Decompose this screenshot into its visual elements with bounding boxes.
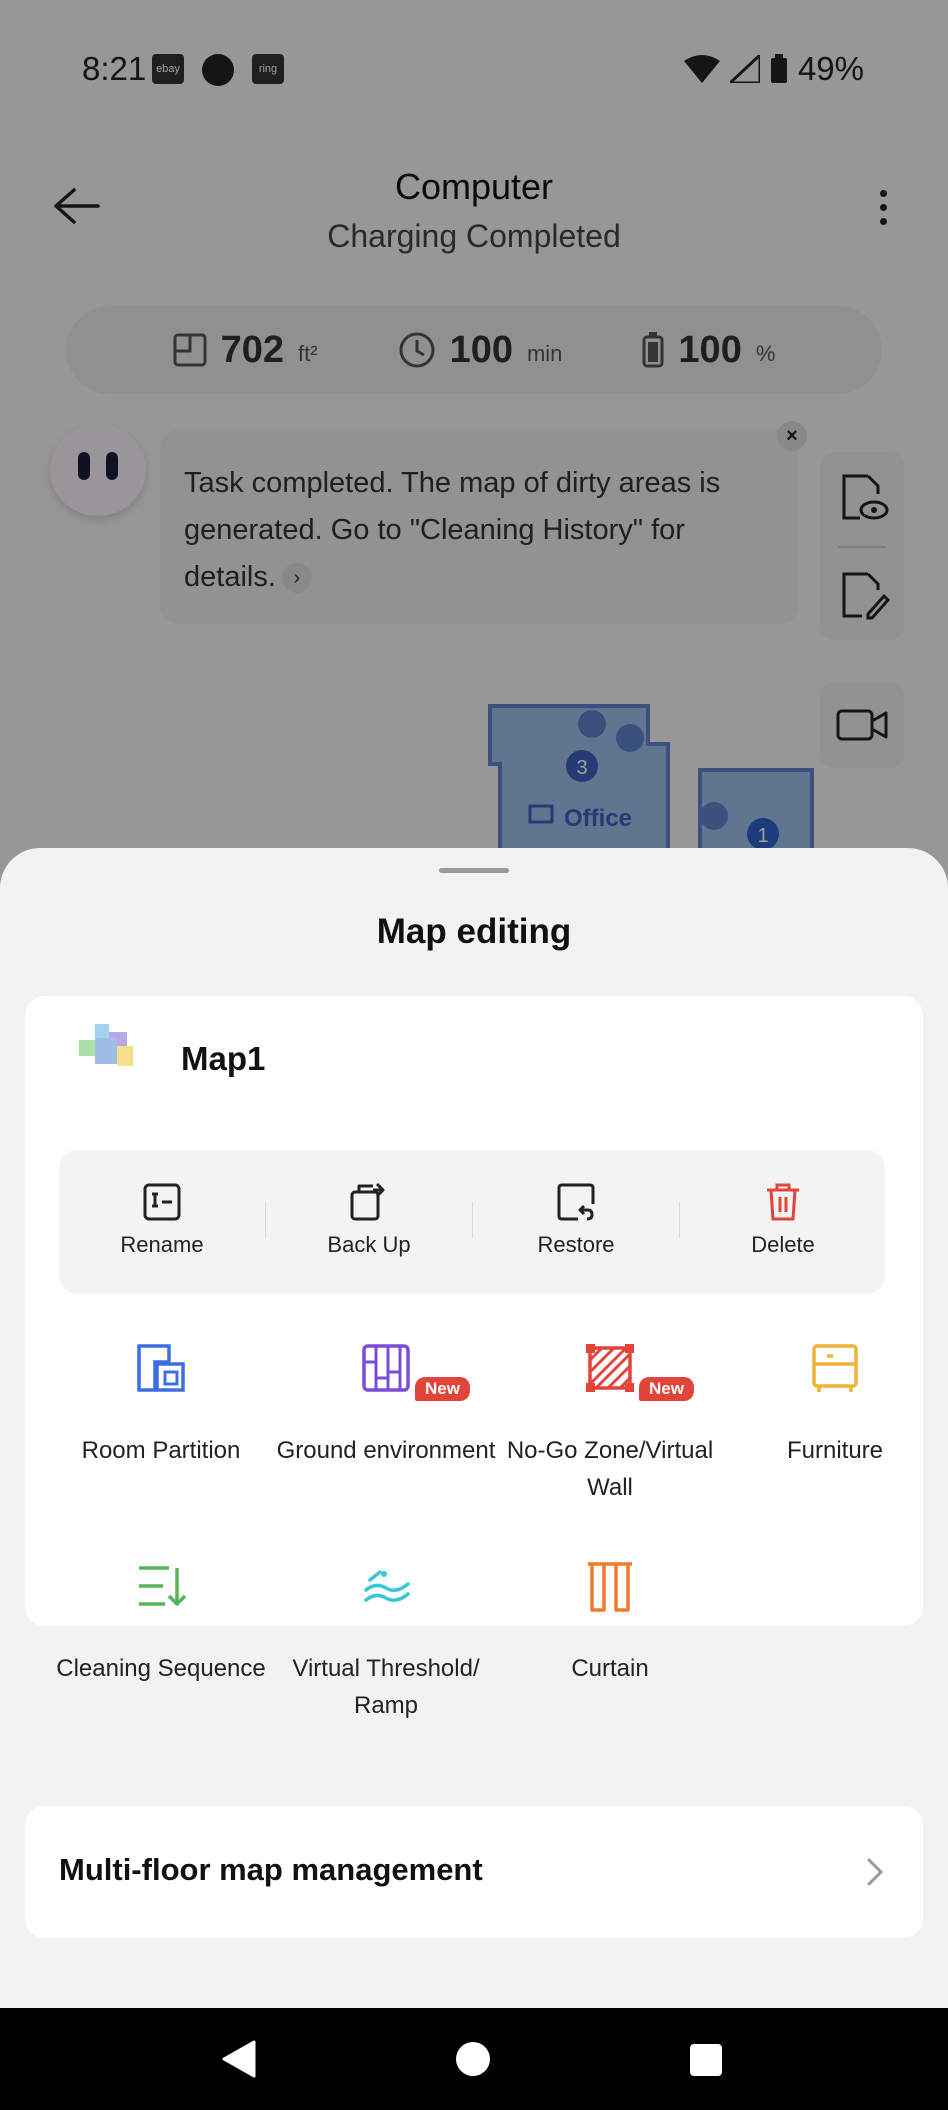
ground-environment-icon [362, 1344, 410, 1392]
multi-floor-label: Multi-floor map management [59, 1852, 483, 1887]
restore-button[interactable]: Restore [473, 1150, 679, 1294]
trash-icon [767, 1183, 799, 1221]
cleaning-sequence-button[interactable]: Cleaning Sequence [49, 1560, 273, 1687]
room-partition-label: Room Partition [81, 1437, 241, 1464]
delete-label: Delete [751, 1232, 815, 1257]
map-name: Map1 [181, 1040, 266, 1077]
system-nav-bar [0, 2008, 948, 2110]
room-partition-button[interactable]: Room Partition [49, 1342, 273, 1469]
sheet-title: Map editing [376, 912, 572, 951]
nav-recents-icon[interactable] [690, 2044, 722, 2076]
chevron-right-icon [867, 1858, 884, 1886]
ground-environment-label: Ground environment [276, 1437, 496, 1464]
cleaning-sequence-icon [139, 1566, 187, 1606]
nav-home-icon[interactable] [456, 2042, 490, 2076]
furniture-button[interactable]: Furniture [723, 1342, 947, 1469]
threshold-ramp-icon [364, 1570, 410, 1602]
rename-icon [143, 1183, 181, 1221]
no-go-zone-icon [586, 1344, 634, 1392]
map-card: Map1 Rename Back Up Restore Delete Room … [25, 996, 923, 1719]
backup-button[interactable]: Back Up [266, 1150, 472, 1294]
map-thumbnail [79, 1024, 133, 1066]
drag-handle[interactable] [439, 868, 509, 873]
cleaning-sequence-label: Cleaning Sequence [56, 1655, 266, 1682]
multi-floor-management-row[interactable]: Multi-floor map management [25, 1806, 923, 1938]
map-editing-sheet: Map editing Map1 Rename Back Up Restore [0, 848, 948, 2008]
room-partition-icon [137, 1344, 185, 1392]
new-badge: New [415, 1377, 470, 1401]
threshold-ramp-label: Virtual Threshold/ Ramp [292, 1655, 480, 1719]
no-go-zone-label: No-Go Zone/Virtual Wall [506, 1437, 714, 1501]
delete-button[interactable]: Delete [680, 1150, 886, 1294]
nav-back-icon[interactable] [220, 2040, 256, 2078]
curtain-icon [588, 1562, 632, 1612]
threshold-ramp-button[interactable]: Virtual Threshold/ Ramp [274, 1560, 498, 1724]
rename-button[interactable]: Rename [59, 1150, 265, 1294]
restore-label: Restore [537, 1232, 615, 1257]
curtain-label: Curtain [571, 1655, 649, 1682]
ground-environment-button[interactable]: Ground environment [274, 1342, 498, 1469]
curtain-button[interactable]: Curtain [498, 1560, 722, 1687]
map-actions: Rename Back Up Restore Delete [59, 1150, 885, 1294]
furniture-icon [812, 1344, 858, 1392]
no-go-zone-button[interactable]: No-Go Zone/Virtual Wall [498, 1342, 722, 1506]
backup-icon [350, 1182, 385, 1221]
new-badge: New [639, 1377, 694, 1401]
furniture-label: Furniture [786, 1437, 884, 1464]
backup-label: Back Up [327, 1232, 411, 1257]
restore-icon [557, 1183, 595, 1221]
rename-label: Rename [120, 1232, 204, 1257]
